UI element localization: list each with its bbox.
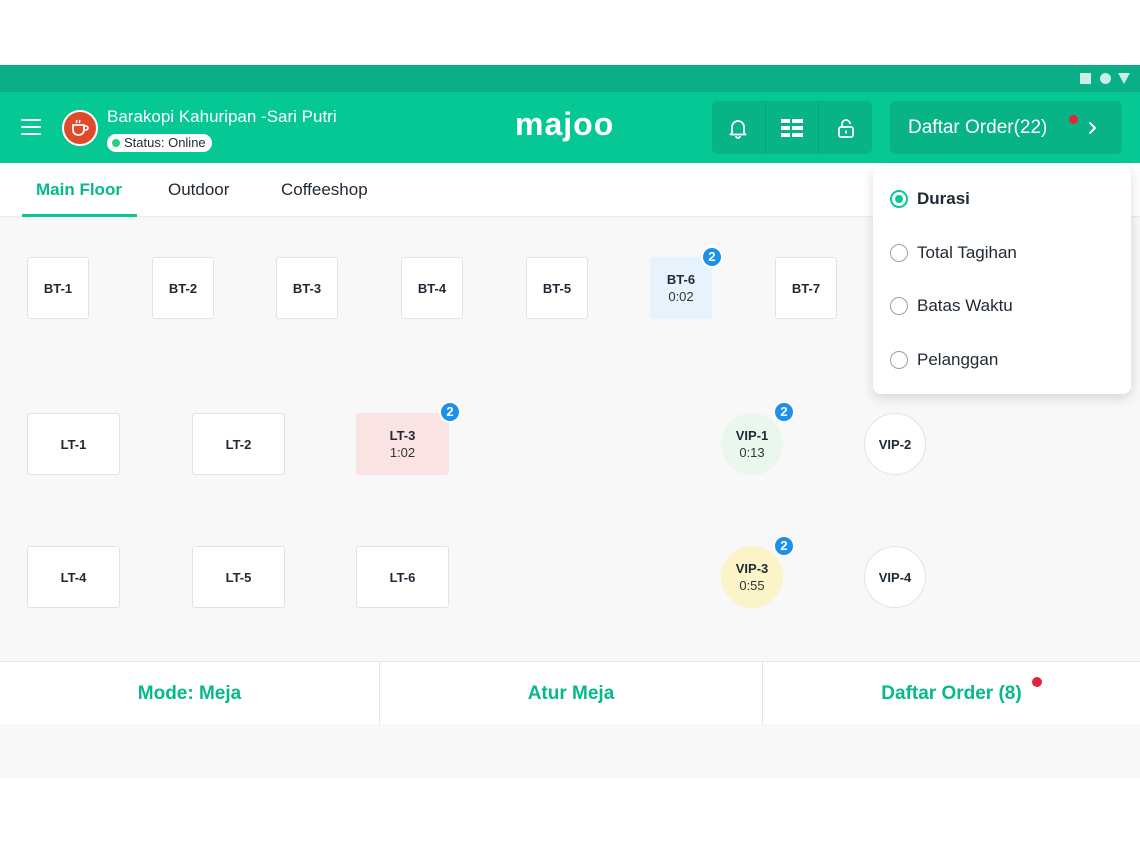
radio-icon[interactable] bbox=[890, 297, 908, 315]
notification-dot bbox=[1069, 115, 1078, 124]
order-list-label: Daftar Order(22) bbox=[908, 117, 1048, 138]
status-online-dot bbox=[112, 139, 120, 147]
sort-option-batas-waktu[interactable]: Batas Waktu bbox=[890, 294, 1013, 318]
sort-option-label: Batas Waktu bbox=[917, 296, 1013, 315]
table-bt-2[interactable]: BT-2 bbox=[152, 257, 214, 319]
tab-coffeeshop[interactable]: Coffeeshop bbox=[281, 163, 368, 217]
store-logo bbox=[62, 110, 98, 146]
bell-icon bbox=[729, 119, 747, 139]
lock-button[interactable] bbox=[818, 101, 872, 154]
header: Barakopi Kahuripan -Sari Putri Status: O… bbox=[0, 92, 1140, 163]
notification-dot bbox=[1032, 677, 1042, 687]
unlock-icon bbox=[837, 118, 854, 138]
triangle-icon[interactable] bbox=[1118, 73, 1130, 84]
table-vip-2[interactable]: VIP-2 bbox=[864, 413, 926, 475]
bottom-action-bar: Mode: Meja Atur Meja Daftar Order (8) bbox=[0, 661, 1140, 725]
status-badge: Status: Online bbox=[107, 134, 212, 152]
table-name: BT-4 bbox=[417, 280, 447, 296]
table-lt-1[interactable]: LT-1 bbox=[27, 413, 120, 475]
square-icon[interactable] bbox=[1080, 73, 1091, 84]
table-name: BT-2 bbox=[168, 280, 198, 296]
order-count-badge: 2 bbox=[439, 401, 461, 423]
table-name: BT-1 bbox=[43, 280, 73, 296]
header-icon-group bbox=[712, 101, 872, 154]
table-duration: 0:13 bbox=[739, 445, 765, 460]
brand-logo: majoo bbox=[515, 106, 615, 142]
table-lt-3[interactable]: LT-3 1:02 bbox=[356, 413, 449, 475]
table-name: BT-3 bbox=[292, 280, 322, 296]
table-name: VIP-4 bbox=[878, 569, 912, 585]
tab-main-floor[interactable]: Main Floor bbox=[36, 163, 122, 217]
table-bt-5[interactable]: BT-5 bbox=[526, 257, 588, 319]
app-window: Barakopi Kahuripan -Sari Putri Status: O… bbox=[0, 65, 1140, 778]
circle-icon[interactable] bbox=[1100, 73, 1111, 84]
table-vip-4[interactable]: VIP-4 bbox=[864, 546, 926, 608]
atur-meja-button[interactable]: Atur Meja bbox=[380, 662, 762, 725]
table-vip-3[interactable]: VIP-3 0:55 bbox=[721, 546, 783, 608]
sort-option-label: Durasi bbox=[917, 189, 970, 208]
sort-option-label: Pelanggan bbox=[917, 350, 999, 369]
table-bt-6[interactable]: BT-6 0:02 bbox=[650, 257, 712, 319]
order-count-badge: 2 bbox=[773, 401, 795, 423]
sort-option-durasi[interactable]: Durasi bbox=[890, 187, 970, 211]
table-lt-6[interactable]: LT-6 bbox=[356, 546, 449, 608]
order-count-badge: 2 bbox=[701, 246, 723, 268]
sort-dropdown: Durasi Total Tagihan Batas Waktu Pelangg… bbox=[873, 166, 1131, 394]
sort-option-pelanggan[interactable]: Pelanggan bbox=[890, 348, 998, 372]
table-vip-1[interactable]: VIP-1 0:13 bbox=[721, 413, 783, 475]
table-bt-1[interactable]: BT-1 bbox=[27, 257, 89, 319]
table-name: VIP-2 bbox=[878, 436, 912, 452]
sort-option-total-tagihan[interactable]: Total Tagihan bbox=[890, 241, 1017, 265]
radio-checked-icon[interactable] bbox=[890, 190, 908, 208]
table-lt-5[interactable]: LT-5 bbox=[192, 546, 285, 608]
table-name: LT-1 bbox=[60, 436, 87, 452]
sort-option-label: Total Tagihan bbox=[917, 243, 1017, 262]
status-text: Status: Online bbox=[124, 135, 206, 150]
table-bt-4[interactable]: BT-4 bbox=[401, 257, 463, 319]
table-name: LT-6 bbox=[389, 569, 416, 585]
tab-outdoor[interactable]: Outdoor bbox=[168, 163, 229, 217]
layout-button[interactable] bbox=[764, 101, 819, 154]
table-name: VIP-3 bbox=[735, 561, 769, 576]
radio-icon[interactable] bbox=[890, 244, 908, 262]
mode-button[interactable]: Mode: Meja bbox=[0, 662, 379, 725]
store-name: Barakopi Kahuripan -Sari Putri bbox=[107, 107, 337, 126]
table-duration: 0:55 bbox=[739, 578, 765, 593]
menu-icon[interactable] bbox=[21, 119, 41, 135]
notification-button[interactable] bbox=[712, 101, 765, 154]
cup-icon bbox=[72, 119, 89, 136]
table-name: LT-5 bbox=[225, 569, 252, 585]
order-list-bottom-button[interactable]: Daftar Order (8) bbox=[763, 662, 1140, 725]
table-name: BT-7 bbox=[791, 280, 821, 296]
table-bt-7[interactable]: BT-7 bbox=[775, 257, 837, 319]
table-name: VIP-1 bbox=[735, 428, 769, 443]
table-duration: 0:02 bbox=[668, 289, 694, 304]
table-name: LT-2 bbox=[225, 436, 252, 452]
table-name: BT-6 bbox=[666, 272, 696, 287]
grid-icon bbox=[781, 118, 803, 137]
radio-icon[interactable] bbox=[890, 351, 908, 369]
table-name: LT-4 bbox=[60, 569, 87, 585]
table-duration: 1:02 bbox=[389, 445, 416, 460]
table-name: BT-5 bbox=[542, 280, 572, 296]
table-name: LT-3 bbox=[389, 428, 416, 443]
system-bar bbox=[0, 65, 1140, 92]
table-bt-3[interactable]: BT-3 bbox=[276, 257, 338, 319]
chevron-right-icon bbox=[1089, 122, 1096, 134]
table-lt-4[interactable]: LT-4 bbox=[27, 546, 120, 608]
order-count-badge: 2 bbox=[773, 535, 795, 557]
table-lt-2[interactable]: LT-2 bbox=[192, 413, 285, 475]
order-list-button[interactable]: Daftar Order(22) bbox=[890, 101, 1122, 154]
